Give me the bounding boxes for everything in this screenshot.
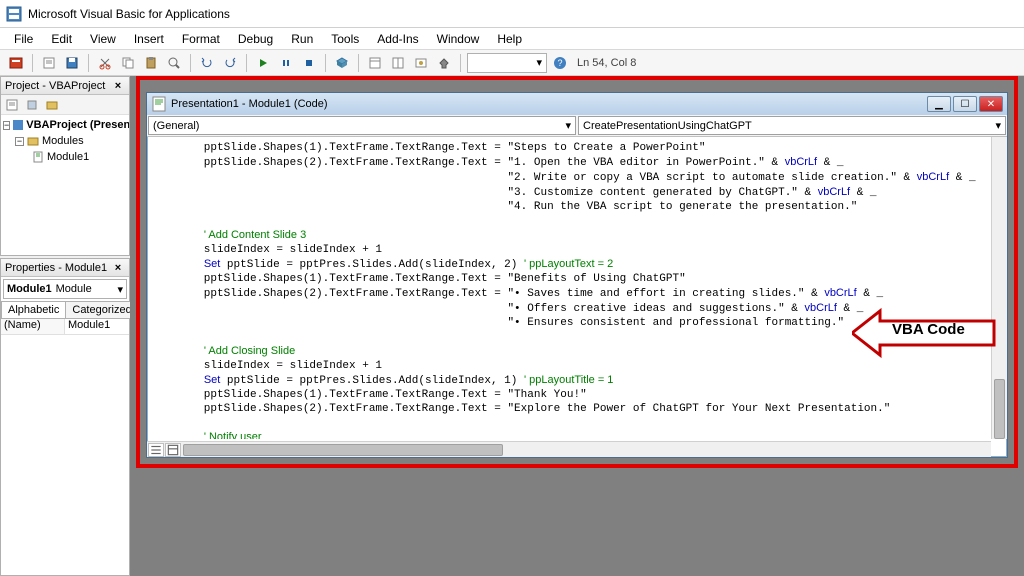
cut-icon[interactable] [95, 53, 115, 73]
object-dropdown[interactable]: (General)▾ [148, 116, 576, 135]
menu-addins[interactable]: Add-Ins [369, 30, 426, 48]
menu-debug[interactable]: Debug [230, 30, 281, 48]
menu-tools[interactable]: Tools [323, 30, 367, 48]
properties-tab-categorized[interactable]: Categorized [65, 301, 138, 318]
toolbar-combo[interactable]: ▾ [467, 53, 547, 73]
undo-icon[interactable] [197, 53, 217, 73]
main-toolbar: ▾ ? Ln 54, Col 8 [0, 50, 1024, 76]
folder-icon [26, 134, 40, 148]
properties-grid[interactable]: (Name) Module1 [1, 318, 129, 575]
code-window: Presentation1 - Module1 (Code) ▁ ☐ ✕ (Ge… [146, 92, 1008, 458]
run-icon[interactable] [253, 53, 273, 73]
chevron-down-icon: ▾ [565, 119, 571, 132]
app-titlebar: Microsoft Visual Basic for Applications [0, 0, 1024, 28]
save-icon[interactable] [62, 53, 82, 73]
full-module-view-icon[interactable] [165, 443, 181, 457]
menu-window[interactable]: Window [429, 30, 488, 48]
properties-window-icon[interactable] [388, 53, 408, 73]
app-icon [6, 6, 22, 22]
vertical-scrollbar[interactable] [991, 137, 1007, 439]
toggle-folders-icon[interactable] [43, 96, 61, 114]
procedure-view-icon[interactable] [148, 443, 164, 457]
project-pane-close-icon[interactable]: × [111, 79, 125, 93]
project-pane-title: Project - VBAProject [5, 80, 105, 92]
mdi-client-area: Presentation1 - Module1 (Code) ▁ ☐ ✕ (Ge… [130, 76, 1024, 576]
app-title: Microsoft Visual Basic for Applications [28, 7, 230, 21]
break-icon[interactable] [276, 53, 296, 73]
menu-insert[interactable]: Insert [126, 30, 172, 48]
menu-view[interactable]: View [82, 30, 124, 48]
menu-run[interactable]: Run [283, 30, 321, 48]
svg-text:?: ? [557, 58, 562, 68]
minimize-button[interactable]: ▁ [927, 96, 951, 112]
insert-module-icon[interactable] [39, 53, 59, 73]
code-editor[interactable]: pptSlide.Shapes(1).TextFrame.TextRange.T… [151, 141, 989, 439]
collapse-icon[interactable]: − [15, 137, 24, 146]
maximize-button[interactable]: ☐ [953, 96, 977, 112]
code-window-icon [151, 96, 167, 112]
design-mode-icon[interactable] [332, 53, 352, 73]
cursor-position: Ln 54, Col 8 [577, 57, 636, 69]
toolbox-icon[interactable] [434, 53, 454, 73]
module-icon [31, 150, 45, 164]
properties-object-selector[interactable]: Module1 Module ▾ [3, 279, 127, 299]
scrollbar-thumb[interactable] [994, 379, 1005, 439]
code-window-titlebar[interactable]: Presentation1 - Module1 (Code) ▁ ☐ ✕ [147, 93, 1007, 115]
menu-format[interactable]: Format [174, 30, 228, 48]
properties-pane-close-icon[interactable]: × [111, 261, 125, 275]
collapse-icon[interactable]: − [3, 121, 10, 130]
object-browser-icon[interactable] [411, 53, 431, 73]
view-code-icon[interactable] [3, 96, 21, 114]
copy-icon[interactable] [118, 53, 138, 73]
properties-tab-alphabetic[interactable]: Alphabetic [1, 301, 66, 318]
callout-arrow: VBA Code [852, 305, 1002, 361]
project-explorer-pane: Project - VBAProject × −VBAProject (Pres… [0, 76, 130, 256]
paste-icon[interactable] [141, 53, 161, 73]
property-row: (Name) Module1 [1, 319, 129, 335]
menu-file[interactable]: File [6, 30, 41, 48]
close-button[interactable]: ✕ [979, 96, 1003, 112]
procedure-dropdown[interactable]: CreatePresentationUsingChatGPT▾ [578, 116, 1006, 135]
modules-folder-label[interactable]: Modules [42, 135, 84, 147]
menu-edit[interactable]: Edit [43, 30, 80, 48]
module1-label[interactable]: Module1 [47, 151, 89, 163]
project-explorer-icon[interactable] [365, 53, 385, 73]
project-tree[interactable]: −VBAProject (Presen −Modules Module1 [1, 115, 129, 255]
find-icon[interactable] [164, 53, 184, 73]
help-icon[interactable]: ? [550, 53, 570, 73]
reset-icon[interactable] [299, 53, 319, 73]
properties-pane-title: Properties - Module1 [5, 262, 107, 274]
scrollbar-thumb[interactable] [183, 444, 503, 456]
view-object-icon[interactable] [23, 96, 41, 114]
callout-label: VBA Code [892, 321, 965, 338]
project-root-label[interactable]: VBAProject (Presen [26, 119, 129, 131]
view-ppt-icon[interactable] [6, 53, 26, 73]
chevron-down-icon: ▾ [995, 119, 1001, 132]
properties-pane: Properties - Module1 × Module1 Module ▾ … [0, 258, 130, 576]
menubar: File Edit View Insert Format Debug Run T… [0, 28, 1024, 50]
code-window-title: Presentation1 - Module1 (Code) [171, 98, 328, 110]
menu-help[interactable]: Help [489, 30, 530, 48]
horizontal-scrollbar[interactable] [147, 441, 991, 457]
vbaproject-icon [12, 118, 24, 132]
highlight-frame: Presentation1 - Module1 (Code) ▁ ☐ ✕ (Ge… [136, 76, 1018, 468]
redo-icon[interactable] [220, 53, 240, 73]
